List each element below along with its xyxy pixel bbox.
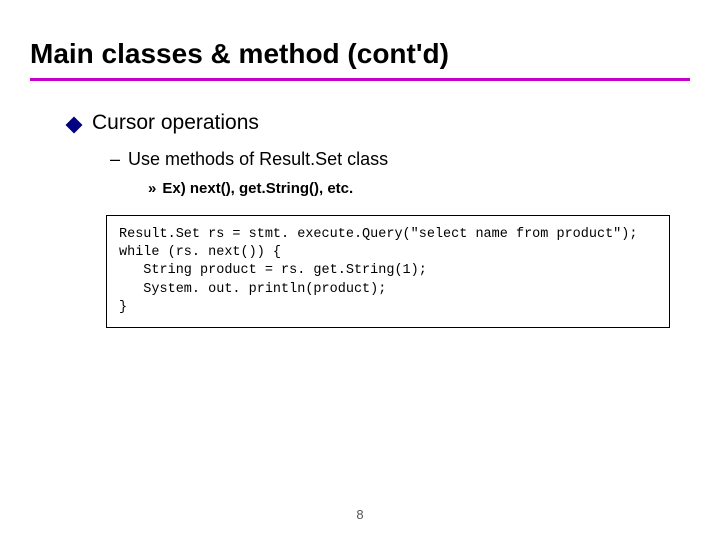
title-underline xyxy=(30,78,690,81)
bullet-level-1: Cursor operations xyxy=(68,111,690,135)
content-area: Cursor operations – Use methods of Resul… xyxy=(30,111,690,328)
bullet-level-2: – Use methods of Result.Set class xyxy=(68,149,690,170)
chevron-icon: » xyxy=(148,180,156,197)
code-block: Result.Set rs = stmt. execute.Query("sel… xyxy=(106,215,670,328)
bullet2-text: Use methods of Result.Set class xyxy=(128,149,388,170)
diamond-icon xyxy=(66,117,83,134)
page-title: Main classes & method (cont'd) xyxy=(30,38,690,76)
bullet3-text: Ex) next(), get.String(), etc. xyxy=(162,180,353,197)
slide: Main classes & method (cont'd) Cursor op… xyxy=(0,0,720,328)
page-number: 8 xyxy=(0,507,720,522)
dash-icon: – xyxy=(110,149,120,170)
bullet-level-3: » Ex) next(), get.String(), etc. xyxy=(68,180,690,197)
bullet1-text: Cursor operations xyxy=(92,111,259,135)
